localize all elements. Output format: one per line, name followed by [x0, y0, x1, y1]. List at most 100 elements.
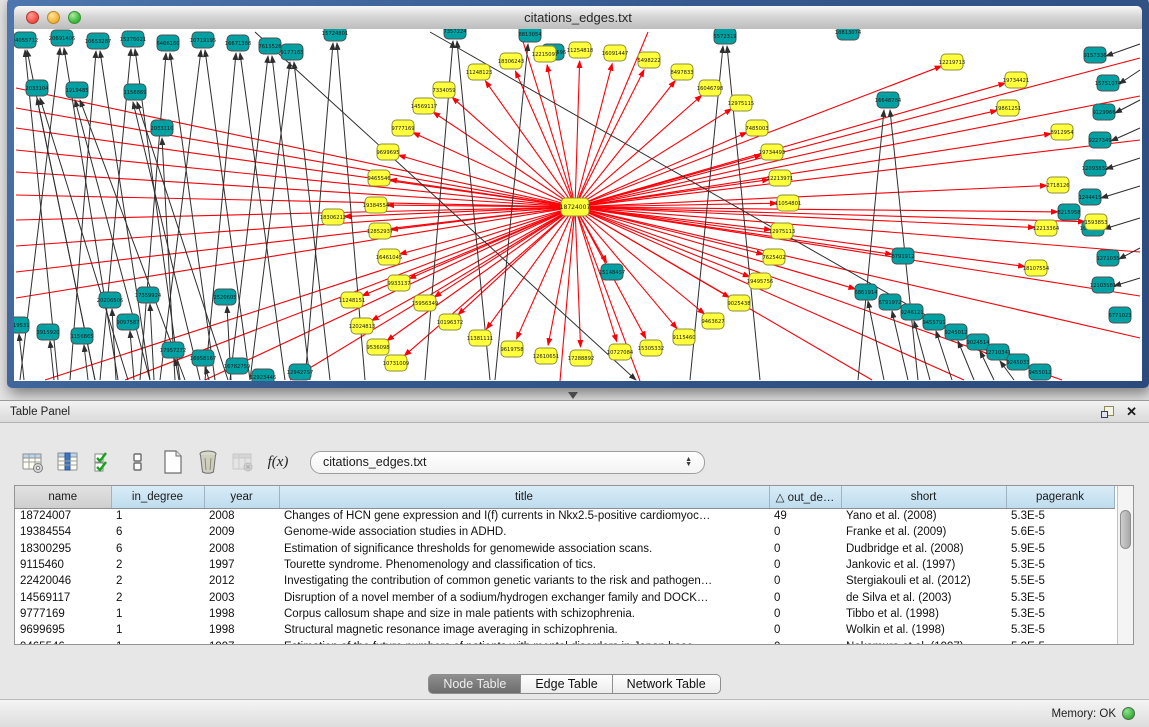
- graph-node[interactable]: 16091447: [602, 45, 628, 61]
- table-scrollbar[interactable]: [1117, 486, 1133, 644]
- table-cell[interactable]: Investigating the contribution of common…: [279, 573, 769, 589]
- graph-node[interactable]: 9777169: [391, 120, 414, 136]
- zoom-window-button[interactable]: [68, 11, 81, 24]
- graph-node[interactable]: 19861251: [995, 100, 1021, 116]
- table-cell[interactable]: 0: [769, 524, 841, 540]
- graph-node[interactable]: 12852937: [367, 223, 393, 239]
- table-cell[interactable]: 1: [111, 622, 204, 638]
- table-cell[interactable]: Changes of HCN gene expression and I(f) …: [279, 508, 769, 524]
- table-cell[interactable]: 0: [769, 573, 841, 589]
- graph-node[interactable]: 9463627: [701, 313, 724, 329]
- table-cell[interactable]: Wolkin et al. (1998): [841, 622, 1006, 638]
- graph-node[interactable]: 6791972: [878, 294, 901, 310]
- panel-splitter-handle[interactable]: [568, 392, 578, 399]
- table-cell[interactable]: 5.6E-5: [1006, 524, 1114, 540]
- graph-node[interactable]: 12923446: [250, 369, 276, 381]
- table-cell[interactable]: 2: [111, 589, 204, 605]
- table-cell[interactable]: 2008: [204, 541, 279, 557]
- table-cell[interactable]: 1: [111, 638, 204, 645]
- column-header-name[interactable]: name: [15, 486, 111, 508]
- table-cell[interactable]: 5.3E-5: [1006, 557, 1114, 573]
- graph-node[interactable]: 9246121: [900, 304, 923, 320]
- unselect-all-columns-button[interactable]: [125, 449, 151, 475]
- graph-node[interactable]: 18724007: [560, 198, 591, 216]
- graph-node[interactable]: 2033110: [150, 120, 173, 136]
- graph-node[interactable]: 7334059: [432, 82, 455, 98]
- table-options-button[interactable]: [20, 449, 46, 475]
- graph-node[interactable]: 5498222: [637, 52, 660, 68]
- table-cell[interactable]: 14569117: [15, 589, 111, 605]
- table-cell[interactable]: 1997: [204, 557, 279, 573]
- table-cell[interactable]: 6: [111, 541, 204, 557]
- table-cell[interactable]: Tibbo et al. (1998): [841, 606, 1006, 622]
- table-cell[interactable]: 9777169: [15, 606, 111, 622]
- graph-node[interactable]: 16958167: [190, 350, 216, 366]
- table-row[interactable]: 977716911998Corpus callosum shape and si…: [15, 606, 1114, 622]
- table-cell[interactable]: 22420046: [15, 573, 111, 589]
- column-header-year[interactable]: year: [204, 486, 279, 508]
- graph-node[interactable]: 18813074: [835, 29, 862, 40]
- table-cell[interactable]: 5.3E-5: [1006, 508, 1114, 524]
- graph-node[interactable]: 15305332: [638, 340, 664, 356]
- column-header-in_degree[interactable]: in_degree: [111, 486, 204, 508]
- table-cell[interactable]: 18300295: [15, 541, 111, 557]
- close-panel-icon[interactable]: ✕: [1126, 405, 1137, 418]
- table-cell[interactable]: 1998: [204, 622, 279, 638]
- graph-node[interactable]: 9177165: [280, 44, 303, 60]
- graph-node[interactable]: 15276021: [120, 31, 146, 47]
- graph-node[interactable]: 10727084: [607, 344, 634, 360]
- table-cell[interactable]: 2012: [204, 573, 279, 589]
- table-cell[interactable]: Dudbridge et al. (2008): [841, 541, 1006, 557]
- table-cell[interactable]: Jankovic et al. (1997): [841, 557, 1006, 573]
- graph-node[interactable]: 15751074: [1095, 75, 1122, 91]
- graph-node[interactable]: 9465546: [367, 170, 390, 186]
- table-cell[interactable]: 9115460: [15, 557, 111, 573]
- graph-node[interactable]: 12213364: [1033, 220, 1060, 236]
- table-cell[interactable]: Disruption of a novel member of a sodium…: [279, 589, 769, 605]
- citation-network-graph[interactable]: 2405571220691406106532871527602164661601…: [14, 29, 1142, 381]
- table-cell[interactable]: Estimation of the future numbers of pati…: [279, 638, 769, 645]
- table-cell[interactable]: Yano et al. (2008): [841, 508, 1006, 524]
- graph-node[interactable]: 7625402: [762, 249, 785, 265]
- window-titlebar[interactable]: citations_edges.txt: [14, 6, 1142, 30]
- table-cell[interactable]: Genome-wide association studies in ADHD.: [279, 524, 769, 540]
- select-all-columns-button[interactable]: [90, 449, 116, 475]
- table-cell[interactable]: 5.3E-5: [1006, 622, 1114, 638]
- graph-node[interactable]: 12942757: [287, 364, 313, 380]
- table-row[interactable]: 1456911722003Disruption of a novel membe…: [15, 589, 1114, 605]
- table-cell[interactable]: 1: [111, 606, 204, 622]
- table-cell[interactable]: Stergiakouli et al. (2012): [841, 573, 1006, 589]
- graph-node[interactable]: 12975113: [769, 223, 795, 239]
- table-cell[interactable]: 1998: [204, 606, 279, 622]
- graph-node[interactable]: 11248151: [339, 292, 365, 308]
- graph-node[interactable]: 9157336: [1083, 47, 1106, 63]
- graph-node[interactable]: 11248123: [466, 64, 492, 80]
- graph-node[interactable]: 9245012: [944, 324, 967, 340]
- graph-node[interactable]: 16461045: [376, 249, 402, 265]
- graph-node[interactable]: 16671388: [225, 35, 251, 51]
- new-column-button[interactable]: [160, 449, 186, 475]
- graph-node[interactable]: 12024813: [349, 318, 375, 334]
- graph-node[interactable]: 19734493: [759, 144, 785, 160]
- graph-node[interactable]: 9129966: [1092, 104, 1115, 120]
- graph-node[interactable]: 17957272: [160, 342, 186, 358]
- table-row[interactable]: 2242004622012Investigating the contribut…: [15, 573, 1114, 589]
- table-cell[interactable]: Tourette syndrome. Phenomenology and cla…: [279, 557, 769, 573]
- table-cell[interactable]: 5.3E-5: [1006, 606, 1114, 622]
- graph-node[interactable]: 1244415: [1078, 189, 1101, 205]
- table-cell[interactable]: 18724007: [15, 508, 111, 524]
- tab-network-table[interactable]: Network Table: [613, 674, 721, 694]
- table-row[interactable]: 911546021997Tourette syndrome. Phenomeno…: [15, 557, 1114, 573]
- graph-node[interactable]: 2033104: [25, 80, 49, 96]
- graph-node[interactable]: 2520605: [213, 289, 236, 305]
- network-canvas[interactable]: 2405571220691406106532871527602164661601…: [14, 29, 1142, 381]
- table-cell[interactable]: 2: [111, 557, 204, 573]
- graph-node[interactable]: 18306243: [498, 53, 524, 69]
- table-cell[interactable]: Nakamura et al. (1997): [841, 638, 1006, 645]
- graph-node[interactable]: 10731009: [383, 355, 409, 371]
- table-cell[interactable]: 1997: [204, 638, 279, 645]
- graph-node[interactable]: 9699695: [376, 144, 399, 160]
- float-panel-icon[interactable]: [1101, 406, 1114, 418]
- graph-node[interactable]: 1593853: [1084, 214, 1107, 230]
- graph-node[interactable]: 12219713: [939, 54, 965, 70]
